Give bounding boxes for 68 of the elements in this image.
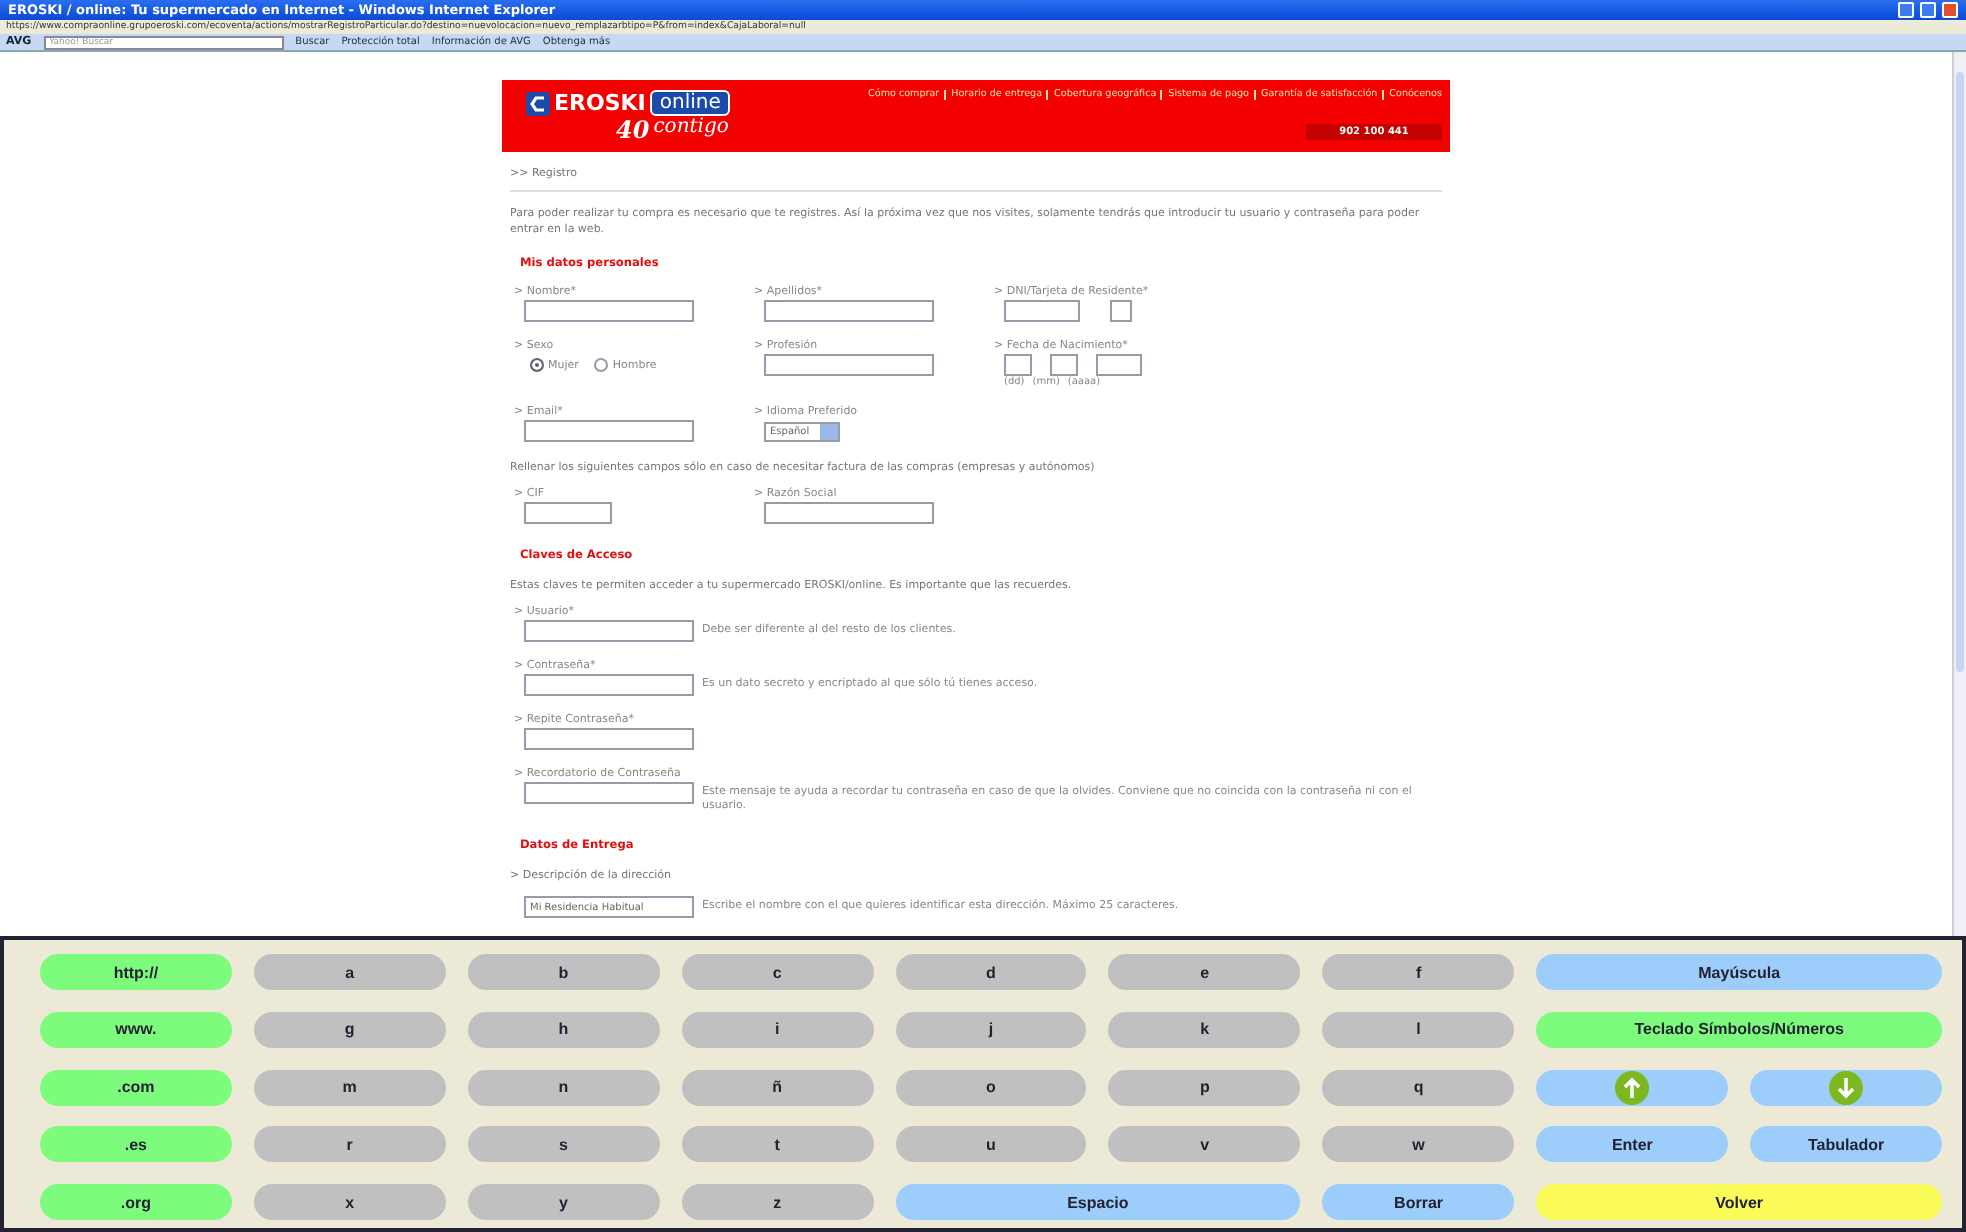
keyboard-key[interactable]: Volver: [1536, 1184, 1942, 1221]
keyboard-key[interactable]: .es: [40, 1126, 232, 1163]
keyboard-key[interactable]: j: [895, 1011, 1087, 1048]
text-field[interactable]: [1004, 354, 1032, 376]
text-field[interactable]: [524, 674, 694, 696]
keyboard-key[interactable]: p: [1108, 1069, 1301, 1106]
radio-button[interactable]: [530, 358, 544, 372]
keyboard-key[interactable]: www.: [40, 1011, 232, 1048]
keyboard-key[interactable]: k: [1108, 1011, 1301, 1048]
scrollbar[interactable]: [1952, 52, 1966, 936]
logo-text: EROSKI: [554, 90, 646, 116]
keyboard-key[interactable]: http://: [40, 954, 232, 990]
text-field[interactable]: [1004, 300, 1080, 322]
text-field[interactable]: [524, 300, 694, 322]
text-field[interactable]: [524, 782, 694, 804]
keyboard-key[interactable]: h: [467, 1011, 660, 1048]
keyboard-key[interactable]: f: [1322, 954, 1515, 990]
keyboard-key[interactable]: Borrar: [1322, 1184, 1515, 1221]
radio-button[interactable]: [594, 358, 609, 372]
keyboard-key[interactable]: v: [1108, 1126, 1301, 1163]
keyboard-key[interactable]: u: [895, 1126, 1087, 1163]
keyboard-key[interactable]: c: [681, 954, 874, 990]
arrow-key[interactable]: [1536, 1069, 1729, 1106]
keyboard-key[interactable]: e: [1108, 954, 1301, 990]
text-field[interactable]: [524, 420, 694, 442]
keyboard-key[interactable]: Enter: [1536, 1126, 1729, 1163]
keyboard-key[interactable]: Tabulador: [1750, 1126, 1942, 1163]
keyboard-key[interactable]: q: [1322, 1069, 1515, 1106]
keyboard-key[interactable]: .org: [40, 1184, 232, 1221]
logo-online-text: online: [649, 90, 731, 116]
text-field[interactable]: [524, 502, 612, 524]
keyboard-key[interactable]: x: [253, 1184, 446, 1221]
maximize-button[interactable]: [1920, 2, 1936, 18]
text-field[interactable]: [764, 300, 934, 322]
keyboard-key[interactable]: ñ: [681, 1069, 874, 1106]
keyboard-key[interactable]: y: [467, 1184, 660, 1221]
keyboard-key[interactable]: t: [681, 1126, 874, 1163]
keyboard-key[interactable]: z: [681, 1184, 874, 1221]
text-field[interactable]: [1096, 354, 1142, 376]
text-field[interactable]: [524, 728, 694, 750]
keyboard-key[interactable]: Teclado Símbolos/Números: [1536, 1011, 1942, 1048]
keyboard-key[interactable]: r: [253, 1126, 446, 1163]
text-field[interactable]: [524, 620, 694, 642]
keyboard-key[interactable]: n: [467, 1069, 660, 1106]
keyboard-key[interactable]: Mayúscula: [1536, 954, 1942, 990]
keyboard-key[interactable]: a: [253, 954, 446, 990]
keyboard-key[interactable]: Espacio: [895, 1184, 1301, 1221]
arrow-key[interactable]: [1750, 1069, 1942, 1106]
keyboard-key[interactable]: b: [467, 954, 660, 990]
logo-icon: [526, 91, 550, 115]
close-button[interactable]: [1942, 2, 1958, 18]
keyboard-key[interactable]: s: [467, 1126, 660, 1163]
tagline-number: 40: [616, 116, 650, 144]
text-field[interactable]: [764, 502, 934, 524]
caret-icon: [820, 424, 838, 440]
text-field[interactable]: [1110, 300, 1132, 322]
minimize-button[interactable]: [1898, 2, 1914, 18]
keyboard-key[interactable]: w: [1322, 1126, 1515, 1163]
keyboard-key[interactable]: .com: [40, 1069, 232, 1106]
keyboard-key[interactable]: g: [253, 1011, 446, 1048]
keyboard-key[interactable]: l: [1322, 1011, 1515, 1048]
keyboard-key[interactable]: i: [681, 1011, 874, 1048]
tagline-text: contigo: [653, 116, 729, 142]
text-field[interactable]: [1050, 354, 1078, 376]
text-field[interactable]: [764, 354, 934, 376]
keyboard-key[interactable]: o: [895, 1069, 1087, 1106]
keyboard-key[interactable]: m: [253, 1069, 446, 1106]
keyboard-key[interactable]: d: [895, 954, 1087, 990]
